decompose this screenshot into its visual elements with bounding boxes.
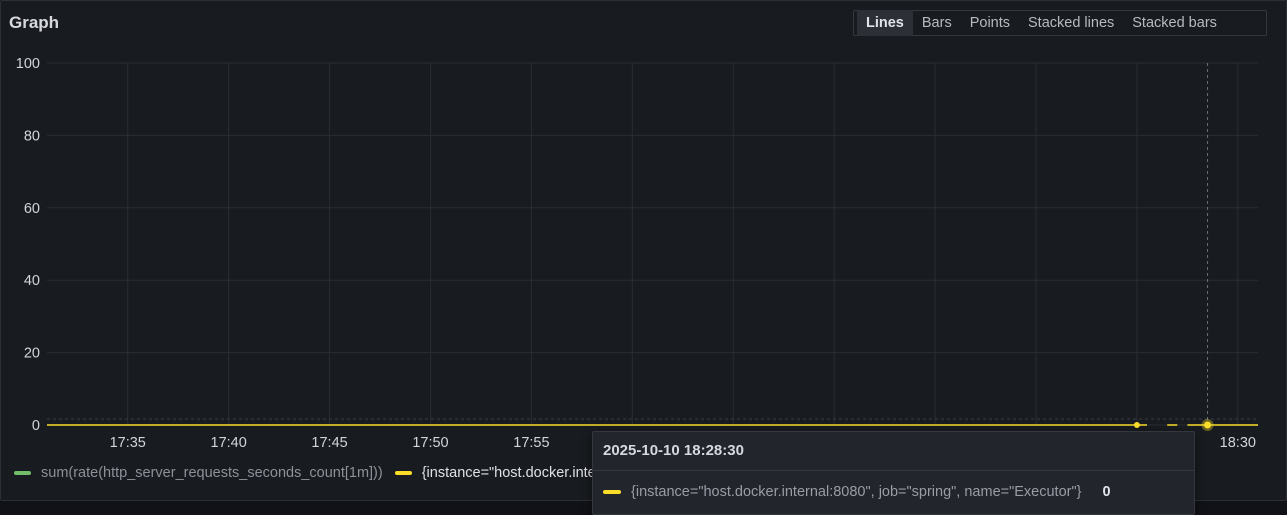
legend-label: sum(rate(http_server_requests_seconds_co… (41, 465, 383, 481)
graph-panel: Graph Lines Bars Points Stacked lines St… (0, 0, 1287, 501)
y-tick-label: 40 (24, 273, 40, 289)
tooltip-series-row: {instance="host.docker.internal:8080", j… (593, 471, 1194, 513)
y-tick-label: 100 (16, 56, 40, 72)
x-tick-label: 17:55 (513, 435, 549, 451)
x-tick-label: 18:30 (1220, 435, 1256, 451)
tooltip-timestamp: 2025-10-10 18:28:30 (593, 432, 1194, 471)
y-tick-label: 20 (24, 346, 40, 362)
tooltip-swatch (603, 490, 621, 494)
y-tick-label: 80 (24, 128, 40, 144)
hover-point (1204, 421, 1212, 429)
time-series-chart[interactable]: 0 20 40 60 80 100 17:35 17:40 17:45 17:50 17:55 18:… (1, 1, 1287, 461)
hover-tooltip: 2025-10-10 18:28:30 {instance="host.dock… (592, 431, 1195, 515)
x-tick-label: 17:50 (412, 435, 448, 451)
x-tick-label: 17:40 (211, 435, 247, 451)
x-tick-label: 17:45 (311, 435, 347, 451)
legend-item-http-requests[interactable]: sum(rate(http_server_requests_seconds_co… (14, 465, 383, 481)
legend-swatch (394, 471, 412, 475)
x-tick-label: 17:35 (110, 435, 146, 451)
y-tick-label: 60 (24, 201, 40, 217)
tooltip-value: 0 (1102, 484, 1111, 500)
legend-swatch (14, 471, 31, 475)
y-tick-label: 0 (32, 418, 40, 434)
data-point (1133, 422, 1140, 428)
tooltip-series-label: {instance="host.docker.internal:8080", j… (631, 484, 1082, 500)
